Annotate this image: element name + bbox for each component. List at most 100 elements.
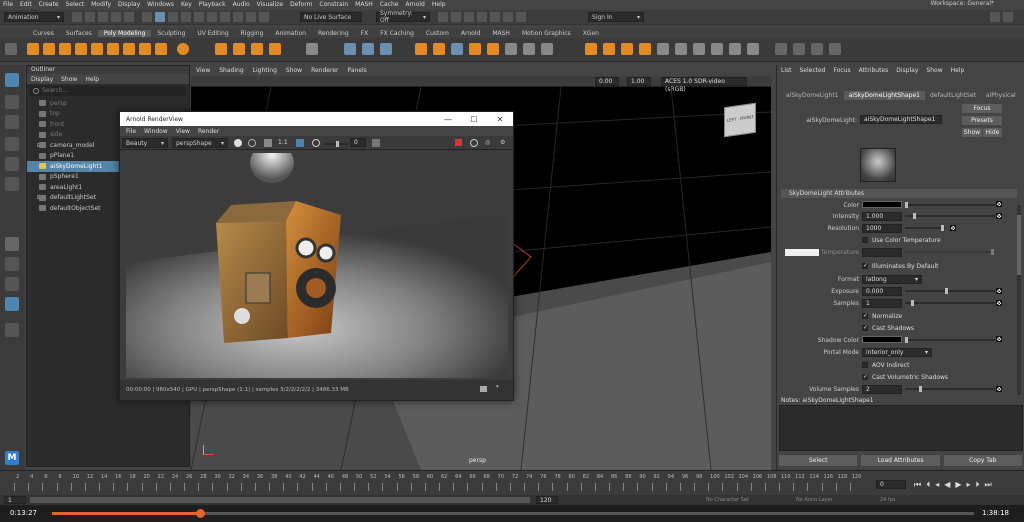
- menu-deform[interactable]: Deform: [290, 1, 312, 8]
- attr-tab-aiskydomelight1[interactable]: aiSkyDomeLight1: [781, 91, 844, 100]
- automatic-map-icon[interactable]: [657, 43, 669, 55]
- attr-menu-selected[interactable]: Selected: [800, 67, 826, 74]
- illuminates-checkbox[interactable]: [862, 262, 868, 269]
- menu-display[interactable]: Display: [118, 1, 140, 8]
- viewport-menu-shading[interactable]: Shading: [219, 67, 243, 74]
- arnold-render-icon[interactable]: [490, 12, 500, 22]
- tab-rendering[interactable]: Rendering: [312, 30, 355, 37]
- shadow-color-slider[interactable]: [905, 337, 995, 343]
- save-scene-icon[interactable]: [98, 12, 108, 22]
- select-button[interactable]: Select: [779, 455, 858, 466]
- play-forward-icon[interactable]: ▶: [955, 480, 961, 490]
- resolution-field[interactable]: 1000: [862, 224, 902, 233]
- volume-samples-map-button[interactable]: [996, 386, 1002, 392]
- viewport-menu-show[interactable]: Show: [286, 67, 302, 74]
- smooth-icon[interactable]: [362, 43, 374, 55]
- crop-icon[interactable]: [248, 139, 256, 147]
- select-tool-icon[interactable]: [5, 73, 19, 87]
- rv-exposure-field[interactable]: 0: [350, 138, 366, 147]
- select-component-icon[interactable]: [168, 12, 178, 22]
- unfold-icon[interactable]: [675, 43, 687, 55]
- color-knob[interactable]: [905, 202, 908, 208]
- go-to-start-icon[interactable]: ⏮: [914, 480, 921, 490]
- poly-helix-icon[interactable]: [155, 43, 167, 55]
- snap-plane-icon[interactable]: [233, 12, 243, 22]
- area-light-gizmo[interactable]: [510, 240, 532, 279]
- aov-indirect-checkbox[interactable]: [862, 362, 868, 368]
- region-icon[interactable]: [296, 139, 304, 147]
- resolution-knob[interactable]: [941, 225, 944, 231]
- tab-fx-caching[interactable]: FX Caching: [374, 30, 420, 37]
- pinch-icon[interactable]: [829, 43, 841, 55]
- boolean-icon[interactable]: [380, 43, 392, 55]
- relax-icon[interactable]: [793, 43, 805, 55]
- render-frame-icon[interactable]: [438, 12, 448, 22]
- outliner-menu-help[interactable]: Help: [85, 76, 99, 83]
- combine-icon[interactable]: [306, 43, 318, 55]
- cast-vol-shadows-checkbox[interactable]: [862, 373, 868, 380]
- rotate-tool-icon[interactable]: [5, 157, 19, 171]
- exposure-knob[interactable]: [336, 141, 339, 147]
- section-header[interactable]: SkyDomeLight Attributes: [781, 189, 1017, 198]
- mirror-icon[interactable]: [415, 43, 427, 55]
- tab-surfaces[interactable]: Surfaces: [60, 30, 98, 37]
- temperature-slider[interactable]: [905, 249, 995, 255]
- presets-button[interactable]: Presets: [962, 116, 1002, 125]
- volume-samples-knob[interactable]: [919, 386, 922, 392]
- svg-tool-icon[interactable]: [269, 43, 281, 55]
- renderview-menu-window[interactable]: Window: [144, 128, 168, 135]
- attr-menu-focus[interactable]: Focus: [834, 67, 851, 74]
- play-icon[interactable]: [503, 12, 513, 22]
- attr-tab-defaultlightset[interactable]: defaultLightSet: [925, 91, 981, 100]
- outliner-menu-display[interactable]: Display: [31, 76, 53, 83]
- shadow-color-swatch[interactable]: [862, 336, 902, 343]
- select-hierarchy-icon[interactable]: [142, 12, 152, 22]
- mode-select[interactable]: Animation ▾: [4, 12, 64, 22]
- gear-icon[interactable]: ⚙: [500, 139, 505, 146]
- volume-samples-slider[interactable]: [905, 386, 995, 392]
- exposure-value-field[interactable]: 0.000: [862, 287, 902, 296]
- render-settings-icon[interactable]: [464, 12, 474, 22]
- sew-uv-icon[interactable]: [729, 43, 741, 55]
- normalize-checkbox[interactable]: [862, 312, 868, 319]
- color-slider[interactable]: [905, 202, 995, 208]
- attr-menu-help[interactable]: Help: [951, 67, 965, 74]
- maximize-icon[interactable]: ☐: [461, 112, 487, 126]
- tool-settings-toggle-icon[interactable]: [1003, 12, 1013, 22]
- camera-select[interactable]: perspShape ▾: [172, 138, 228, 148]
- poly-type-icon[interactable]: [233, 43, 245, 55]
- scale-tool-icon[interactable]: [5, 177, 19, 191]
- save-image-icon[interactable]: [480, 386, 487, 392]
- menu-audio[interactable]: Audio: [233, 1, 250, 8]
- tab-mash[interactable]: MASH: [486, 30, 516, 37]
- portal-mode-select[interactable]: interior_only ▾: [862, 348, 932, 357]
- resolution-slider[interactable]: [905, 225, 945, 231]
- tab-rigging[interactable]: Rigging: [235, 30, 270, 37]
- attr-menu-list[interactable]: List: [781, 67, 792, 74]
- exposure-slider[interactable]: [324, 141, 348, 147]
- shadow-color-knob[interactable]: [905, 337, 908, 343]
- outliner-layout-icon[interactable]: [5, 297, 19, 311]
- notes-textarea[interactable]: [779, 405, 1023, 451]
- type-tool-icon[interactable]: [251, 43, 263, 55]
- ipr-render-icon[interactable]: [451, 12, 461, 22]
- view-cube[interactable]: LEFT FRONT: [724, 102, 756, 138]
- video-progress-track[interactable]: [52, 509, 974, 518]
- tab-arnold[interactable]: Arnold: [455, 30, 486, 37]
- sign-in-button[interactable]: Sign In ▾: [588, 12, 644, 22]
- tab-poly-modeling[interactable]: Poly Modeling: [97, 29, 152, 37]
- renderview-menu-render[interactable]: Render: [198, 128, 219, 135]
- mask-icon[interactable]: [181, 12, 191, 22]
- snap-curve-icon[interactable]: [207, 12, 217, 22]
- exposure-attr-slider[interactable]: [905, 288, 995, 294]
- poly-sphere-icon[interactable]: [27, 43, 39, 55]
- close-icon[interactable]: ✕: [487, 112, 513, 126]
- menu-help[interactable]: Help: [432, 1, 446, 8]
- redo-icon[interactable]: [124, 12, 134, 22]
- viewport-menu-view[interactable]: View: [196, 67, 210, 74]
- outliner-menu-show[interactable]: Show: [61, 76, 77, 83]
- range-end-field[interactable]: 120: [536, 496, 558, 504]
- temperature-knob[interactable]: [991, 249, 994, 255]
- color-swatch[interactable]: [862, 201, 902, 208]
- spherical-map-icon[interactable]: [639, 43, 651, 55]
